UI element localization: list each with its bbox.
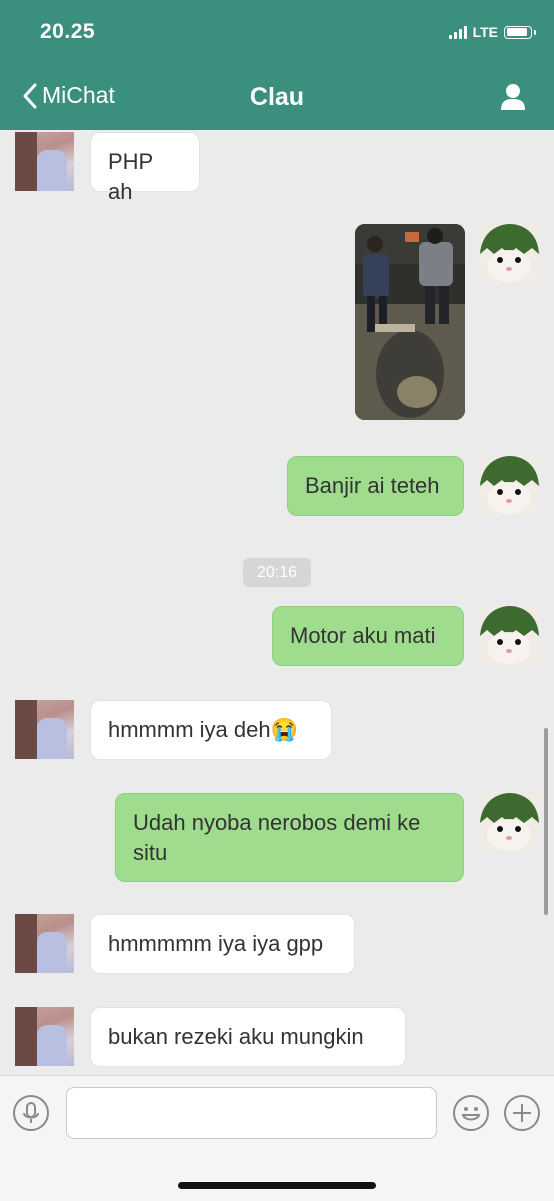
message-bubble-outgoing[interactable]: Udah nyoba nerobos demi ke situ — [115, 793, 464, 882]
scrollbar[interactable] — [544, 728, 548, 915]
message-bubble-incoming[interactable]: PHP ah — [90, 132, 200, 204]
network-label: LTE — [472, 24, 498, 40]
profile-button[interactable] — [500, 83, 526, 116]
message-bubble-outgoing[interactable]: Banjir ai teteh — [287, 456, 464, 516]
timestamp-pill: 20:16 — [243, 558, 311, 587]
my-avatar[interactable] — [480, 456, 539, 515]
nav-header: 20.25 LTE MiChat Clau — [0, 0, 554, 130]
message-bubble-incoming[interactable]: hmmmm iya deh😭 — [90, 700, 332, 760]
contact-avatar[interactable] — [15, 914, 74, 973]
battery-icon — [504, 25, 536, 39]
my-avatar[interactable] — [480, 224, 539, 283]
my-avatar[interactable] — [480, 606, 539, 665]
plus-icon — [513, 1104, 531, 1122]
chat-title: Clau — [249, 83, 305, 111]
message-input[interactable] — [66, 1087, 437, 1139]
voice-button[interactable] — [13, 1095, 49, 1131]
message-bubble-incoming[interactable]: hmmmmm iya iya gpp — [90, 914, 355, 974]
person-icon — [501, 84, 525, 110]
flood-photo — [355, 224, 465, 420]
chat-area[interactable]: PHP ah Banjir ai teteh 20:16 Motor aku m… — [0, 130, 554, 1075]
add-button[interactable] — [504, 1095, 540, 1131]
message-image[interactable] — [355, 224, 465, 420]
message-bubble-incoming[interactable]: bukan rezeki aku mungkin — [90, 1007, 406, 1067]
microphone-icon — [23, 1102, 39, 1123]
status-indicators: LTE — [448, 24, 536, 40]
contact-avatar[interactable] — [15, 700, 74, 759]
emoji-button[interactable] — [453, 1095, 489, 1131]
my-avatar[interactable] — [480, 793, 539, 852]
cat-avatar-image — [480, 456, 539, 515]
message-bubble-outgoing[interactable]: Motor aku mati — [272, 606, 464, 666]
cat-avatar-image — [480, 793, 539, 852]
cat-avatar-image — [480, 606, 539, 665]
home-indicator — [178, 1182, 376, 1189]
cat-avatar-image — [480, 224, 539, 283]
status-time: 20.25 — [40, 20, 96, 43]
smiley-icon — [461, 1107, 481, 1121]
contact-avatar[interactable] — [15, 132, 74, 191]
contact-avatar[interactable] — [15, 1007, 74, 1066]
composer-bar — [0, 1075, 554, 1201]
signal-icon — [448, 25, 467, 39]
